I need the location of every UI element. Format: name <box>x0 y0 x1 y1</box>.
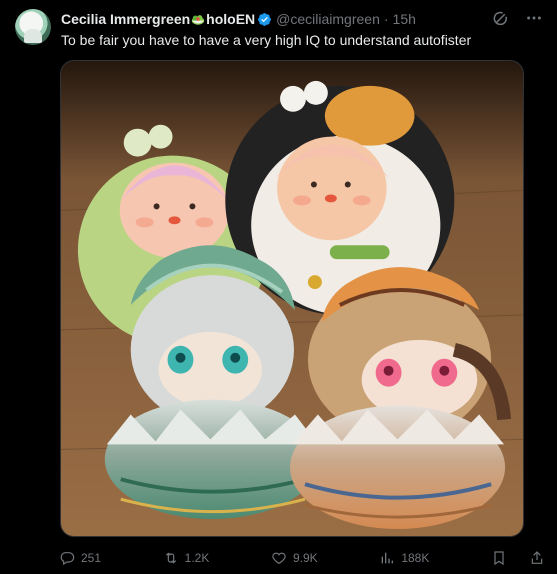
bookmark-icon <box>494 551 504 566</box>
like-count: 9.9K <box>293 551 318 565</box>
repost-button[interactable]: 1.2K <box>163 550 210 566</box>
display-name[interactable]: Cecilia Immergreen holoEN <box>61 11 255 27</box>
plush-photo <box>61 61 523 536</box>
green-salad-emoji-icon <box>192 15 205 25</box>
separator-dot: · <box>383 11 389 27</box>
reply-icon <box>60 552 75 566</box>
action-bar: 251 1.2K 9.9K 188K <box>59 548 545 568</box>
top-actions <box>491 9 543 27</box>
reply-count: 251 <box>81 551 102 565</box>
display-name-text[interactable]: Cecilia Immergreen <box>61 11 190 27</box>
timestamp[interactable]: 15h <box>393 11 416 27</box>
heart-icon <box>272 552 286 565</box>
repost-count: 1.2K <box>184 551 210 565</box>
handle[interactable]: @ceciliaimgreen <box>276 11 380 27</box>
reply-button[interactable]: 251 <box>59 550 101 566</box>
tweet-text: To be fair you have to have a very high … <box>61 32 472 48</box>
verified-badge-icon <box>258 12 272 26</box>
share-icon <box>531 551 543 564</box>
tweet[interactable]: Cecilia Immergreen holoEN @ceciliaimgree… <box>0 0 557 574</box>
more-dots-icon[interactable] <box>525 9 543 27</box>
bookmark-button[interactable] <box>491 550 507 566</box>
like-button[interactable]: 9.9K <box>271 550 318 566</box>
tweet-image[interactable] <box>60 60 524 537</box>
profile-avatar[interactable] <box>15 9 51 45</box>
view-count: 188K <box>401 551 430 565</box>
repost-icon <box>165 552 176 564</box>
grok-icon[interactable] <box>491 9 509 27</box>
share-button[interactable] <box>529 550 545 566</box>
views-button[interactable]: 188K <box>379 550 429 566</box>
display-name-suffix[interactable]: holoEN <box>206 11 255 27</box>
analytics-icon <box>381 552 394 564</box>
tweet-header: Cecilia Immergreen holoEN @ceciliaimgree… <box>61 9 507 29</box>
